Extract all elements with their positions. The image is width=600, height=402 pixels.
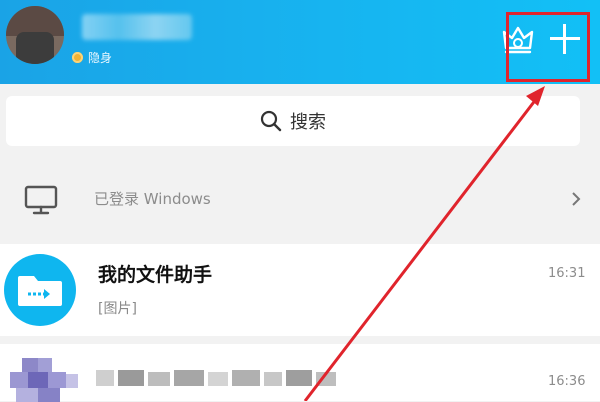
online-status[interactable]: 隐身 [72, 48, 112, 66]
status-dot-icon [72, 51, 83, 63]
chat-preview: [图片] [98, 301, 137, 317]
search-label: 搜索 [290, 112, 326, 133]
chat-time: 16:31 [548, 266, 586, 281]
blurred-avatar [10, 358, 78, 402]
blurred-chat-name [96, 370, 336, 386]
computer-icon [24, 185, 58, 215]
search-bar[interactable]: 搜索 [6, 96, 580, 146]
chat-item-file-assistant[interactable]: 我的文件助手 [图片] 16:31 [0, 244, 600, 336]
chat-name: 我的文件助手 [98, 264, 213, 286]
nickname-blurred [82, 14, 192, 40]
search-icon [260, 110, 282, 132]
user-avatar[interactable] [6, 6, 64, 64]
file-assistant-avatar [4, 254, 76, 326]
status-label: 隐身 [88, 50, 113, 65]
chevron-right-icon [572, 192, 581, 206]
device-status-text: 已登录 Windows [94, 190, 211, 208]
logged-in-device-bar[interactable]: 已登录 Windows [0, 170, 600, 228]
avatar-blur-bottom [16, 32, 54, 64]
folder-icon [18, 276, 62, 306]
chat-time: 16:36 [548, 374, 586, 389]
chat-item-blurred[interactable]: 16:36 [0, 344, 600, 402]
plus-icon-vertical [563, 24, 566, 54]
